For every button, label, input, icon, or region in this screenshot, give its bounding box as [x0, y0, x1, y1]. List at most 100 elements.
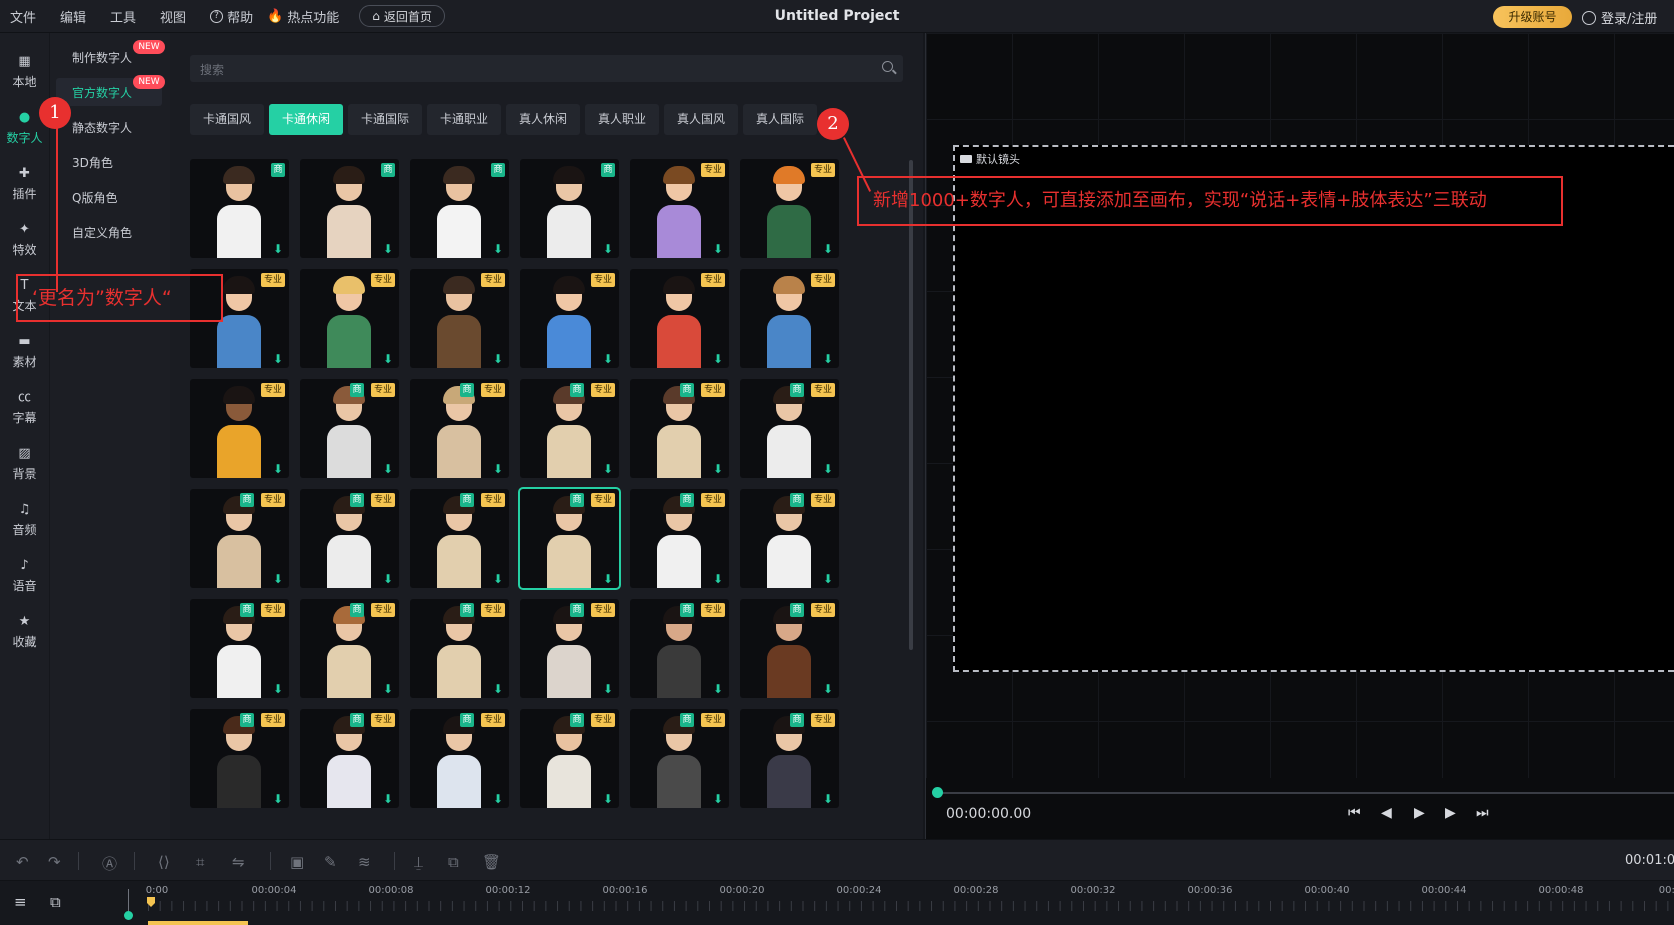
avatar-card[interactable]: 专业商 ⬇: [740, 599, 839, 698]
download-icon[interactable]: ⬇: [273, 243, 285, 255]
avatar-card[interactable]: 专业商 ⬇: [300, 709, 399, 808]
avatar-card[interactable]: 商 ⬇: [520, 159, 619, 258]
upgrade-account-button[interactable]: 升级账号: [1493, 6, 1572, 28]
sidebar-item-8[interactable]: ♫ 音频: [0, 495, 49, 551]
download-icon[interactable]: ⬇: [273, 353, 285, 365]
download-icon[interactable]: ⬇: [493, 573, 505, 585]
track-settings-icon[interactable]: ≡: [14, 893, 27, 911]
avatar-card[interactable]: 商 ⬇: [190, 159, 289, 258]
avatar-card[interactable]: 专业商 ⬇: [740, 489, 839, 588]
code-icon[interactable]: ⟨⟩: [158, 853, 170, 871]
download-icon[interactable]: ⬇: [603, 463, 615, 475]
timeline-cursor-dot[interactable]: [124, 911, 133, 920]
tab-1[interactable]: 卡通休闲: [269, 104, 343, 135]
download-icon[interactable]: ⬇: [823, 573, 835, 585]
menu-help[interactable]: ? 帮助: [210, 7, 253, 26]
avatar-card[interactable]: 专业商 ⬇: [520, 379, 619, 478]
login-register-button[interactable]: 登录/注册: [1582, 8, 1657, 27]
sidebar-item-6[interactable]: ㏄字幕: [0, 383, 49, 439]
timeline[interactable]: ≡ ⧉ 0:00 00:00:04 00:00:08 00:00:12 00:00:16…: [0, 880, 1674, 925]
avatar-card[interactable]: 专业商 ⬇: [190, 599, 289, 698]
download-icon[interactable]: ⬇: [713, 793, 725, 805]
avatar-card[interactable]: 专业商 ⬇: [410, 379, 509, 478]
avatar-card[interactable]: 专业商 ⬇: [190, 709, 289, 808]
avatar-card[interactable]: 专业 ⬇: [740, 269, 839, 368]
skip-end-icon[interactable]: ⏭: [1476, 805, 1489, 821]
download-icon[interactable]: ⬇: [603, 793, 615, 805]
download-icon[interactable]: ⬇: [713, 353, 725, 365]
step-forward-icon[interactable]: ▶: [1445, 805, 1456, 821]
menu-edit[interactable]: 编辑: [60, 7, 86, 26]
sub-item-4[interactable]: Q版角色: [72, 189, 117, 206]
avatar-card[interactable]: 专业商 ⬇: [410, 489, 509, 588]
add-track-icon[interactable]: ⧉: [50, 893, 61, 911]
search-bar[interactable]: 搜索: [190, 55, 903, 82]
avatar-card[interactable]: 专业 ⬇: [630, 159, 729, 258]
download-icon[interactable]: ⬇: [823, 353, 835, 365]
menu-hot[interactable]: 🔥 热点功能: [267, 7, 339, 26]
download-icon[interactable]: ⬇: [603, 573, 615, 585]
tab-3[interactable]: 卡通职业: [427, 104, 501, 135]
avatar-card[interactable]: 专业 ⬇: [300, 269, 399, 368]
search-input[interactable]: 搜索: [200, 61, 224, 78]
split-icon[interactable]: ⍊: [414, 853, 423, 871]
avatar-card[interactable]: 专业商 ⬇: [520, 599, 619, 698]
tab-5[interactable]: 真人职业: [585, 104, 659, 135]
download-icon[interactable]: ⬇: [383, 793, 395, 805]
menu-tools[interactable]: 工具: [110, 7, 136, 26]
search-icon[interactable]: [882, 61, 893, 72]
download-icon[interactable]: ⬇: [713, 573, 725, 585]
menu-view[interactable]: 视图: [160, 7, 186, 26]
download-icon[interactable]: ⬇: [493, 353, 505, 365]
sub-item-2[interactable]: 静态数字人: [72, 119, 132, 136]
avatar-card[interactable]: 专业商 ⬇: [630, 709, 729, 808]
download-icon[interactable]: ⬇: [603, 243, 615, 255]
avatar-card[interactable]: 专业 ⬇: [520, 269, 619, 368]
auto-icon[interactable]: Ⓐ: [102, 853, 117, 874]
tab-2[interactable]: 卡通国际: [348, 104, 422, 135]
download-icon[interactable]: ⬇: [823, 463, 835, 475]
download-icon[interactable]: ⬇: [273, 793, 285, 805]
delete-icon[interactable]: 🗑: [482, 853, 501, 871]
download-icon[interactable]: ⬇: [823, 793, 835, 805]
download-icon[interactable]: ⬇: [383, 573, 395, 585]
undo-icon[interactable]: ↶: [16, 853, 29, 871]
download-icon[interactable]: ⬇: [273, 463, 285, 475]
avatar-card[interactable]: 专业 ⬇: [630, 269, 729, 368]
avatar-card[interactable]: 专业商 ⬇: [300, 599, 399, 698]
sub-item-5[interactable]: 自定义角色: [72, 224, 132, 241]
copy-icon[interactable]: ⧉: [448, 853, 459, 871]
timeline-clip[interactable]: [148, 921, 248, 925]
avatar-card[interactable]: 专业商 ⬇: [410, 599, 509, 698]
download-icon[interactable]: ⬇: [273, 573, 285, 585]
avatar-card[interactable]: 专业商 ⬇: [190, 489, 289, 588]
return-home-button[interactable]: ⌂ 返回首页: [359, 5, 445, 27]
download-icon[interactable]: ⬇: [383, 683, 395, 695]
avatar-card[interactable]: 商 ⬇: [410, 159, 509, 258]
download-icon[interactable]: ⬇: [493, 463, 505, 475]
download-icon[interactable]: ⬇: [823, 683, 835, 695]
tab-4[interactable]: 真人休闲: [506, 104, 580, 135]
preview-progress-track[interactable]: [937, 792, 1674, 794]
play-icon[interactable]: ▶: [1414, 805, 1425, 821]
sidebar-item-3[interactable]: ✦ 特效: [0, 215, 49, 271]
avatar-card[interactable]: 专业商 ⬇: [630, 379, 729, 478]
sub-item-3[interactable]: 3D角色: [72, 154, 113, 171]
avatar-card[interactable]: 专业商 ⬇: [300, 489, 399, 588]
tab-0[interactable]: 卡通国风: [190, 104, 264, 135]
avatar-card[interactable]: 专业 ⬇: [190, 379, 289, 478]
tab-7[interactable]: 真人国际: [743, 104, 817, 135]
download-icon[interactable]: ⬇: [603, 683, 615, 695]
pen-icon[interactable]: ✎: [324, 853, 337, 871]
avatar-card[interactable]: 专业商 ⬇: [630, 599, 729, 698]
sidebar-item-0[interactable]: ▦ 本地: [0, 47, 49, 103]
avatar-card[interactable]: 专业商 ⬇: [520, 709, 619, 808]
download-icon[interactable]: ⬇: [493, 243, 505, 255]
avatar-card[interactable]: 专业 ⬇: [410, 269, 509, 368]
sidebar-item-5[interactable]: ▬ 素材: [0, 327, 49, 383]
layers-icon[interactable]: ≋: [358, 853, 371, 871]
step-back-icon[interactable]: ◀: [1381, 805, 1392, 821]
download-icon[interactable]: ⬇: [383, 353, 395, 365]
download-icon[interactable]: ⬇: [383, 243, 395, 255]
preview-progress-knob[interactable]: [932, 787, 943, 798]
